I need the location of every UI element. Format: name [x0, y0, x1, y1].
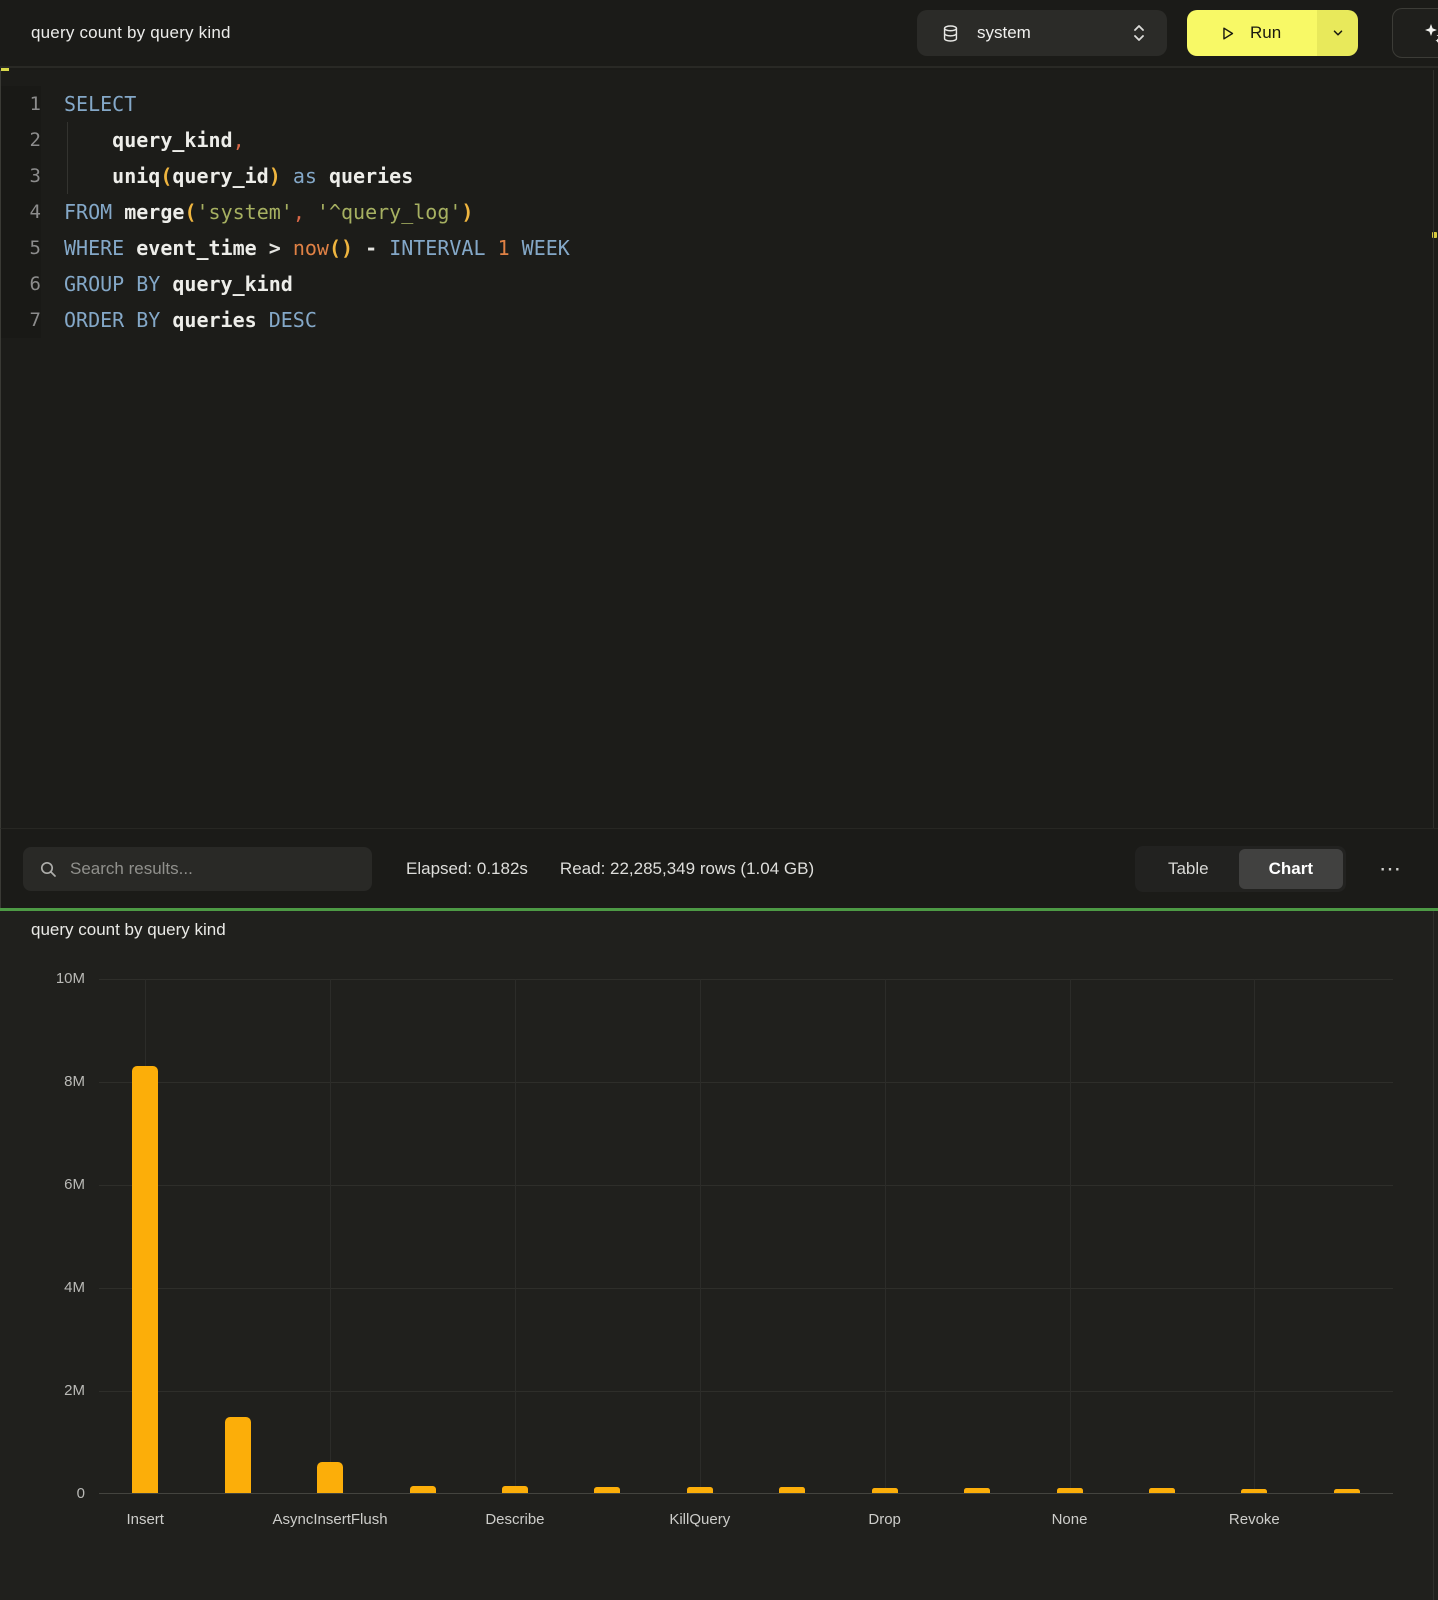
table-toggle-button[interactable]: Table	[1138, 849, 1239, 889]
bar[interactable]	[1057, 1488, 1083, 1493]
run-success-divider	[0, 908, 1438, 911]
h-gridline	[99, 1185, 1393, 1186]
run-button[interactable]: Run	[1187, 10, 1317, 56]
code-text: WHERE event_time > now() - INTERVAL 1 WE…	[64, 230, 570, 266]
editor-corner-mark	[1, 68, 9, 71]
code-text: FROM merge('system', '^query_log')	[64, 194, 473, 230]
y-axis-label: 10M	[29, 969, 85, 989]
database-icon	[941, 24, 960, 43]
code-line[interactable]: 6 GROUP BY query_kind	[1, 266, 1438, 302]
play-icon	[1219, 25, 1236, 42]
elapsed-stat: Elapsed: 0.182s	[406, 859, 528, 879]
code-text: ORDER BY queries DESC	[64, 302, 317, 338]
chart-title: query count by query kind	[31, 920, 226, 940]
bar[interactable]	[132, 1066, 158, 1493]
indent-guide	[67, 122, 68, 158]
chevron-down-icon	[1331, 26, 1345, 40]
run-options-button[interactable]	[1317, 10, 1358, 56]
y-axis-label: 4M	[29, 1278, 85, 1298]
top-bar-actions: system Run	[917, 8, 1438, 58]
y-axis-label: 0	[29, 1484, 85, 1504]
bar[interactable]	[225, 1417, 251, 1493]
indent-guide	[67, 158, 68, 194]
h-gridline	[99, 1391, 1393, 1392]
code-text: GROUP BY query_kind	[64, 266, 293, 302]
code-line[interactable]: 7 ORDER BY queries DESC	[1, 302, 1438, 338]
sparkle-icon	[1422, 21, 1438, 45]
v-gridline	[330, 979, 331, 1493]
line-number: 4	[1, 194, 41, 230]
y-axis-label: 6M	[29, 1175, 85, 1195]
v-gridline	[515, 979, 516, 1493]
chart-panel: query count by query kind 10M8M6M4M2M0In…	[0, 911, 1438, 1600]
bar[interactable]	[502, 1486, 528, 1493]
bar-chart-plot: 10M8M6M4M2M0InsertAsyncInsertFlushDescri…	[99, 979, 1393, 1494]
line-number: 1	[1, 86, 41, 122]
line-number: 6	[1, 266, 41, 302]
search-icon	[39, 860, 57, 878]
line-number: 2	[1, 122, 41, 158]
code-lines: 1SELECT2 query_kind,3 uniq(query_id) as …	[1, 86, 1438, 338]
v-gridline	[1070, 979, 1071, 1493]
x-axis-label: Revoke	[1144, 1511, 1364, 1528]
database-selector-value: system	[977, 23, 1031, 43]
code-line[interactable]: 3 uniq(query_id) as queries	[1, 158, 1438, 194]
run-button-label: Run	[1250, 23, 1281, 43]
y-axis-label: 8M	[29, 1072, 85, 1092]
code-text: SELECT	[64, 86, 136, 122]
bar[interactable]	[410, 1486, 436, 1493]
line-number: 3	[1, 158, 41, 194]
bar[interactable]	[1241, 1489, 1267, 1493]
run-button-group: Run	[1187, 10, 1358, 56]
chart-toggle-button[interactable]: Chart	[1239, 849, 1343, 889]
code-line[interactable]: 1 SELECT	[1, 86, 1438, 122]
bar[interactable]	[317, 1462, 343, 1493]
y-axis-label: 2M	[29, 1381, 85, 1401]
v-gridline	[1254, 979, 1255, 1493]
h-gridline	[99, 979, 1393, 980]
code-line[interactable]: 4 FROM merge('system', '^query_log')	[1, 194, 1438, 230]
line-number: 5	[1, 230, 41, 266]
code-line[interactable]: 5 WHERE event_time > now() - INTERVAL 1 W…	[1, 230, 1438, 266]
bar[interactable]	[1149, 1488, 1175, 1493]
top-bar: query count by query kind system	[0, 0, 1438, 68]
database-selector[interactable]: system	[917, 10, 1167, 56]
unfold-chevrons-icon	[1131, 23, 1147, 43]
code-line[interactable]: 2 query_kind,	[1, 122, 1438, 158]
view-toggle: Table Chart	[1135, 846, 1346, 892]
bar[interactable]	[594, 1487, 620, 1493]
bar[interactable]	[964, 1488, 990, 1493]
results-toolbar: Elapsed: 0.182s Read: 22,285,349 rows (1…	[0, 828, 1438, 908]
h-gridline	[99, 1082, 1393, 1083]
more-options-button[interactable]: ⋯	[1379, 859, 1402, 879]
query-title: query count by query kind	[31, 23, 231, 43]
bar[interactable]	[779, 1487, 805, 1493]
code-text: uniq(query_id) as queries	[64, 158, 413, 194]
bar[interactable]	[872, 1488, 898, 1493]
bar[interactable]	[1334, 1489, 1360, 1493]
v-gridline	[885, 979, 886, 1493]
ai-assistant-button[interactable]	[1392, 8, 1438, 58]
v-gridline	[700, 979, 701, 1493]
code-text: query_kind,	[64, 122, 245, 158]
h-gridline	[99, 1288, 1393, 1289]
search-box	[23, 847, 372, 891]
bar[interactable]	[687, 1487, 713, 1493]
sql-editor[interactable]: 1SELECT2 query_kind,3 uniq(query_id) as …	[0, 70, 1438, 828]
line-number: 7	[1, 302, 41, 338]
read-stat: Read: 22,285,349 rows (1.04 GB)	[560, 859, 814, 879]
search-results-input[interactable]	[70, 859, 330, 879]
